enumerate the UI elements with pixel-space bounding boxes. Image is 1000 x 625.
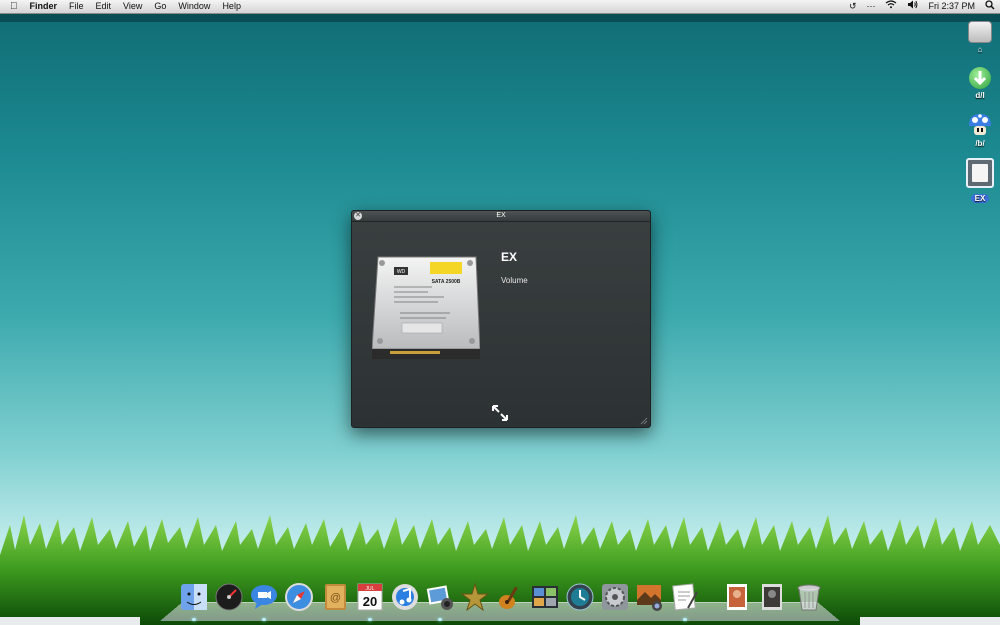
running-indicator (192, 618, 196, 621)
menu-window[interactable]: Window (172, 0, 216, 13)
running-indicator (262, 618, 266, 621)
desktop-top-shadow (0, 14, 1000, 22)
itunes-icon[interactable] (390, 582, 420, 612)
dashboard-icon[interactable] (214, 582, 244, 612)
menu-edit[interactable]: Edit (90, 0, 118, 13)
home-drive-glyph: ⌂ (977, 45, 983, 54)
imovie-icon[interactable] (460, 582, 490, 612)
desktop-icon-b[interactable]: /b/ (960, 113, 1000, 148)
desktop-icon-label: d/l (975, 91, 985, 100)
finder-icon[interactable] (179, 582, 209, 612)
bluetooth-icon[interactable]: ⋯ (861, 0, 880, 13)
menu-bar:  Finder File Edit View Go Window Help ↺… (0, 0, 1000, 14)
time-machine-icon[interactable]: ↺ (844, 0, 862, 13)
drive-sticker-label: SATA 2500B (432, 279, 461, 285)
spotlight-icon[interactable] (980, 0, 1000, 14)
resize-grip-icon[interactable] (640, 417, 648, 425)
home-drive-icon (968, 21, 992, 43)
info-window: ✕ EX WD SATA 2500B EX Volume (351, 210, 651, 428)
drive-brand-label: WD (397, 269, 406, 275)
wifi-icon[interactable] (880, 0, 902, 13)
window-title: EX (496, 212, 506, 219)
iphoto-icon[interactable] (425, 582, 455, 612)
apple-menu-icon[interactable]:  (0, 0, 24, 13)
clock[interactable]: Fri 2:37 PM (923, 0, 980, 13)
document-drive-icon (966, 158, 994, 188)
calendar-day: 20 (363, 594, 377, 609)
window-title-bar[interactable]: ✕ EX (352, 211, 650, 222)
desktop-bottom-edge (860, 617, 1000, 625)
address-book-icon[interactable]: @ (320, 582, 350, 612)
safari-icon[interactable] (284, 582, 314, 612)
garageband-icon[interactable] (495, 582, 525, 612)
expand-icon[interactable] (491, 404, 509, 422)
photo-stack-icon[interactable] (722, 582, 752, 612)
spaces-icon[interactable] (530, 582, 560, 612)
image-capture-icon[interactable] (635, 582, 665, 612)
desktop-icon-downloads[interactable]: d/l (960, 67, 1000, 100)
preview-icon[interactable] (670, 582, 700, 612)
desktop-icon-label: /b/ (975, 139, 985, 148)
app-menu-finder[interactable]: Finder (24, 0, 64, 13)
download-arrow-icon (969, 67, 991, 89)
running-indicator (368, 618, 372, 621)
running-indicator (683, 618, 687, 621)
volume-kind: Volume (501, 276, 528, 285)
menu-file[interactable]: File (63, 0, 90, 13)
menu-go[interactable]: Go (148, 0, 172, 13)
system-preferences-icon[interactable] (600, 582, 630, 612)
photo-stack-2-icon[interactable] (757, 582, 787, 612)
svg-text:@: @ (330, 592, 341, 604)
menu-view[interactable]: View (117, 0, 148, 13)
desktop-icon-label: EX (970, 194, 990, 203)
ical-icon[interactable]: JUL 20 (355, 582, 385, 612)
mushroom-icon (967, 113, 993, 137)
desktop-icon-home-drive[interactable]: ⌂ (960, 21, 1000, 54)
menu-help[interactable]: Help (216, 0, 247, 13)
calendar-month: JUL (366, 586, 375, 592)
menu-extras: ↺ ⋯ Fri 2:37 PM (844, 0, 1000, 14)
ichat-icon[interactable] (249, 582, 279, 612)
running-indicator (438, 618, 442, 621)
trash-icon[interactable] (794, 582, 824, 612)
close-icon[interactable]: ✕ (354, 212, 362, 220)
volume-name: EX (501, 250, 518, 264)
desktop-bottom-edge (0, 617, 140, 625)
volume-icon[interactable] (902, 0, 923, 13)
desktop-icon-ex[interactable]: EX (960, 158, 1000, 206)
time-machine-icon[interactable] (565, 582, 595, 612)
hard-drive-icon: WD SATA 2500B (372, 256, 480, 359)
